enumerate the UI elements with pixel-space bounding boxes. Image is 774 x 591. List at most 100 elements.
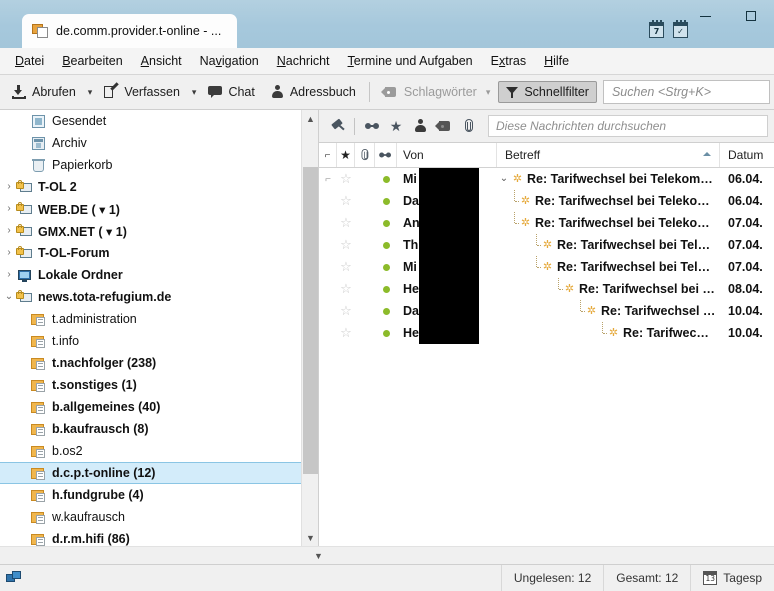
message-row[interactable]: ☆ Da ✲ Re: Tarifwechsel bei Telekom nich...…	[319, 190, 774, 212]
folder-item-t-sonstiges-1[interactable]: t.sonstiges (1)	[0, 374, 301, 396]
message-row[interactable]: ☆ Da ✲ Re: Tarifwechsel bei Teleko... 10.04.	[319, 300, 774, 322]
star-toggle[interactable]: ☆	[337, 256, 355, 278]
folder-item-t-ol-2[interactable]: › T-OL 2	[0, 176, 301, 198]
network-status[interactable]	[0, 571, 28, 585]
message-row[interactable]: ☆ Th ✲ Re: Tarifwechsel bei Telekom ni... 07…	[319, 234, 774, 256]
star-toggle[interactable]: ☆	[337, 278, 355, 300]
scroll-up-icon[interactable]: ▲	[302, 110, 318, 127]
message-row[interactable]: ☆ Mi ✲ Re: Tarifwechsel bei Telekom ni... 07…	[319, 256, 774, 278]
menu-nachricht[interactable]: Nachricht	[268, 51, 339, 71]
folder-item-archiv[interactable]: Archiv	[0, 132, 301, 154]
column-unread[interactable]	[375, 143, 397, 167]
tag-icon[interactable]	[432, 115, 456, 137]
menu-termine-aufgaben[interactable]: Termine und Aufgaben	[339, 51, 482, 71]
get-messages-dropdown[interactable]: ▾	[84, 84, 97, 101]
folder-twisty[interactable]: ⌄	[2, 292, 16, 302]
folder-item-lokale-ordner[interactable]: › Lokale Ordner	[0, 264, 301, 286]
unread-toggle[interactable]	[375, 278, 397, 300]
folder-item-papierkorb[interactable]: Papierkorb	[0, 154, 301, 176]
message-row[interactable]: ☆ He ✲ Re: Tarifwechsel bei Tele... 10.04.	[319, 322, 774, 344]
column-attachment[interactable]	[355, 143, 375, 167]
unread-toggle[interactable]	[375, 256, 397, 278]
contact-glyph	[414, 119, 427, 133]
folder-item-d-c-p-t-online-12[interactable]: d.c.p.t-online (12)	[0, 462, 301, 484]
folder-twisty[interactable]: ›	[2, 226, 16, 236]
menu-hilfe[interactable]: Hilfe	[535, 51, 578, 71]
folder-item-d-r-m-hifi-86[interactable]: d.r.m.hifi (86)	[0, 528, 301, 546]
tab-mail[interactable]: de.comm.provider.t-online - ...	[22, 14, 237, 48]
folder-item-web-de-1[interactable]: › WEB.DE ( ▾ 1)	[0, 198, 301, 220]
unread-toggle[interactable]	[375, 234, 397, 256]
folder-item-b-kaufrausch-8[interactable]: b.kaufrausch (8)	[0, 418, 301, 440]
folder-item-b-os2[interactable]: b.os2	[0, 440, 301, 462]
unread-toggle[interactable]	[375, 212, 397, 234]
maximize-button[interactable]	[728, 0, 774, 32]
scroll-down-icon[interactable]: ▼	[302, 529, 318, 546]
unread-toggle[interactable]	[375, 168, 397, 190]
folder-item-t-administration[interactable]: t.administration	[0, 308, 301, 330]
folder-item-h-fundgrube-4[interactable]: h.fundgrube (4)	[0, 484, 301, 506]
folder-item-t-nachfolger-238[interactable]: t.nachfolger (238)	[0, 352, 301, 374]
get-messages-button[interactable]: Abrufen	[4, 81, 84, 103]
folder-item-gmx-net-1[interactable]: › GMX.NET ( ▾ 1)	[0, 220, 301, 242]
menu-navigation[interactable]: Navigation	[191, 51, 268, 71]
folder-item-t-ol-forum[interactable]: › T-OL-Forum	[0, 242, 301, 264]
folder-item-w-kaufrausch[interactable]: w.kaufrausch	[0, 506, 301, 528]
unread-toggle[interactable]	[375, 300, 397, 322]
message-row[interactable]: ☆ He ✲ Re: Tarifwechsel bei Telekom ... 08.0…	[319, 278, 774, 300]
thread-twisty[interactable]: ⌄	[497, 174, 511, 184]
message-row[interactable]: ☆ An ✲ Re: Tarifwechsel bei Telekom nich...…	[319, 212, 774, 234]
menu-ansicht[interactable]: Ansicht	[132, 51, 191, 71]
unread-icon	[379, 151, 392, 160]
unread-toggle[interactable]	[375, 322, 397, 344]
folder-twisty[interactable]: ›	[2, 248, 16, 258]
quickfilter-button[interactable]: Schnellfilter	[498, 81, 597, 103]
message-row[interactable]: ⌐ ☆ Mi ⌄✲ Re: Tarifwechsel bei Telekom nicht…	[319, 168, 774, 190]
hscroll-down-icon[interactable]: ▼	[310, 547, 327, 564]
attachment-icon[interactable]	[456, 115, 480, 137]
status-today-pane[interactable]: 13 Tagesp	[690, 565, 774, 591]
column-from[interactable]: Von	[397, 143, 497, 167]
unread-dot	[382, 329, 390, 337]
chat-button[interactable]: Chat	[200, 81, 262, 103]
column-thread[interactable]: ⌐	[319, 143, 337, 167]
compose-button[interactable]: Verfassen	[96, 81, 188, 103]
quickfilter-search-input[interactable]: Diese Nachrichten durchsuchen	[488, 115, 768, 137]
compose-dropdown[interactable]: ▾	[188, 84, 201, 101]
minimize-button[interactable]	[682, 0, 728, 32]
star-toggle[interactable]: ☆	[337, 168, 355, 190]
star-toggle[interactable]: ☆	[337, 190, 355, 212]
calendar-icon[interactable]: 7	[649, 20, 664, 38]
column-date[interactable]: Datum	[720, 143, 774, 167]
unread-icon[interactable]	[360, 115, 384, 137]
global-search-input[interactable]: Suchen <Strg+K>	[602, 80, 770, 104]
folder-twisty[interactable]: ›	[2, 204, 16, 214]
star-toggle[interactable]: ☆	[337, 234, 355, 256]
star-toggle[interactable]: ☆	[337, 322, 355, 344]
folder-item-b-allgemeines-40[interactable]: b.allgemeines (40)	[0, 396, 301, 418]
addressbook-button[interactable]: Adressbuch	[263, 81, 364, 103]
folder-item-gesendet[interactable]: Gesendet	[0, 110, 301, 132]
folder-pane-scrollbar[interactable]: ▲ ▼	[301, 110, 318, 546]
menu-extras[interactable]: Extras	[482, 51, 535, 71]
star-toggle[interactable]: ☆	[337, 212, 355, 234]
pin-icon[interactable]	[325, 115, 349, 137]
column-subject[interactable]: Betreff	[497, 143, 720, 167]
menu-bearbeiten[interactable]: Bearbeiten	[53, 51, 131, 71]
contact-icon[interactable]	[408, 115, 432, 137]
folder-item-news-tota-refugium-de[interactable]: ⌄ news.tota-refugium.de	[0, 286, 301, 308]
unread-toggle[interactable]	[375, 190, 397, 212]
folder-twisty[interactable]: ›	[2, 270, 16, 280]
tags-button[interactable]: Schlagwörter ▾	[375, 81, 498, 103]
message-list[interactable]: ⌐☆Mi⌄✲Re: Tarifwechsel bei Telekom nicht…	[319, 168, 774, 546]
folder-pane-hscroll[interactable]: ▼	[0, 546, 774, 564]
star-toggle[interactable]: ☆	[337, 300, 355, 322]
folder-item-t-info[interactable]: t.info	[0, 330, 301, 352]
menu-datei[interactable]: Datei	[6, 51, 53, 71]
star-icon[interactable]: ★	[384, 115, 408, 137]
folder-twisty[interactable]: ›	[2, 182, 16, 192]
folder-tree[interactable]: Gesendet Archiv Papierkorb › T-OL 2 › WEB.DE (…	[0, 110, 301, 546]
newsgroup-icon	[30, 466, 47, 481]
scrollbar-thumb[interactable]	[303, 167, 318, 474]
column-star[interactable]: ★	[337, 143, 355, 167]
